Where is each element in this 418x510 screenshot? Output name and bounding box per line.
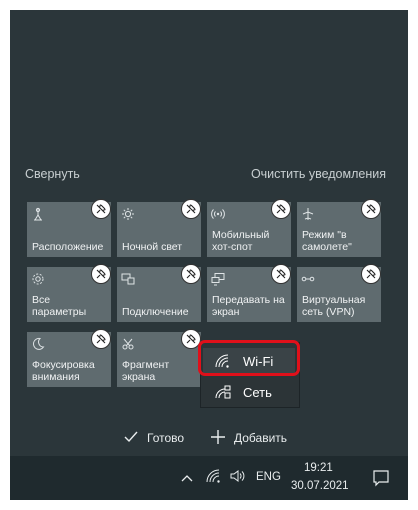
unpin-icon[interactable] (91, 199, 111, 219)
connect-icon (121, 272, 135, 286)
network-option[interactable]: Сеть (203, 379, 295, 405)
tile-label: Режим "в самолете" (302, 229, 352, 253)
tile-label: Фокусировка внимания (32, 359, 95, 383)
tile-label: Все параметры (32, 294, 87, 318)
add-label: Добавить (234, 431, 288, 445)
unpin-icon[interactable] (91, 329, 111, 349)
tile-label: Ночной свет (122, 241, 183, 253)
highlight-frame (198, 340, 300, 376)
tile-label: Передавать на экран (212, 294, 285, 318)
unpin-icon[interactable] (361, 199, 381, 219)
clock-time[interactable]: 19:21 (304, 462, 333, 474)
tile-label: Виртуальная сеть (VPN) (302, 294, 366, 318)
clear-notifications-link[interactable]: Очистить уведомления (251, 167, 386, 181)
tile-label: Подключение (122, 306, 189, 318)
done-label: Готово (147, 431, 185, 445)
speech-bubble-icon (372, 469, 390, 492)
collapse-link[interactable]: Свернуть (25, 167, 80, 181)
project-icon (211, 272, 225, 286)
clock-date[interactable]: 30.07.2021 (291, 480, 349, 492)
volume-icon[interactable] (229, 468, 247, 489)
screenshot-frame: Свернуть Очистить уведомления Расположен… (0, 0, 418, 510)
hotspot-icon (211, 207, 225, 221)
language-indicator[interactable]: ENG (256, 471, 281, 483)
airplane-icon (301, 207, 315, 221)
tile-label: Расположение (32, 241, 104, 253)
wifi-tray-icon[interactable] (206, 469, 222, 488)
tile-label: Мобильный хот-спот (212, 229, 270, 253)
unpin-icon[interactable] (361, 264, 381, 284)
moon-icon (31, 337, 45, 351)
notifications-button[interactable] (360, 456, 408, 500)
check-icon (123, 430, 139, 447)
network-icon (215, 385, 231, 402)
vpn-icon (301, 272, 315, 286)
action-center-panel: Свернуть Очистить уведомления Расположен… (10, 10, 408, 456)
unpin-icon[interactable] (91, 264, 111, 284)
brightness-icon (121, 207, 135, 221)
taskbar: ENG 19:21 30.07.2021 (10, 456, 408, 500)
unpin-icon[interactable] (181, 264, 201, 284)
unpin-icon[interactable] (181, 199, 201, 219)
desktop-screen: Свернуть Очистить уведомления Расположен… (10, 10, 408, 500)
plus-icon (210, 429, 226, 448)
chevron-up-icon[interactable] (180, 470, 194, 488)
snip-icon (121, 337, 135, 351)
unpin-icon[interactable] (271, 199, 291, 219)
location-icon (31, 207, 45, 221)
unpin-icon[interactable] (271, 264, 291, 284)
tile-label: Фрагмент экрана (122, 359, 170, 383)
network-option-label: Сеть (243, 385, 272, 400)
gear-icon (31, 272, 45, 286)
